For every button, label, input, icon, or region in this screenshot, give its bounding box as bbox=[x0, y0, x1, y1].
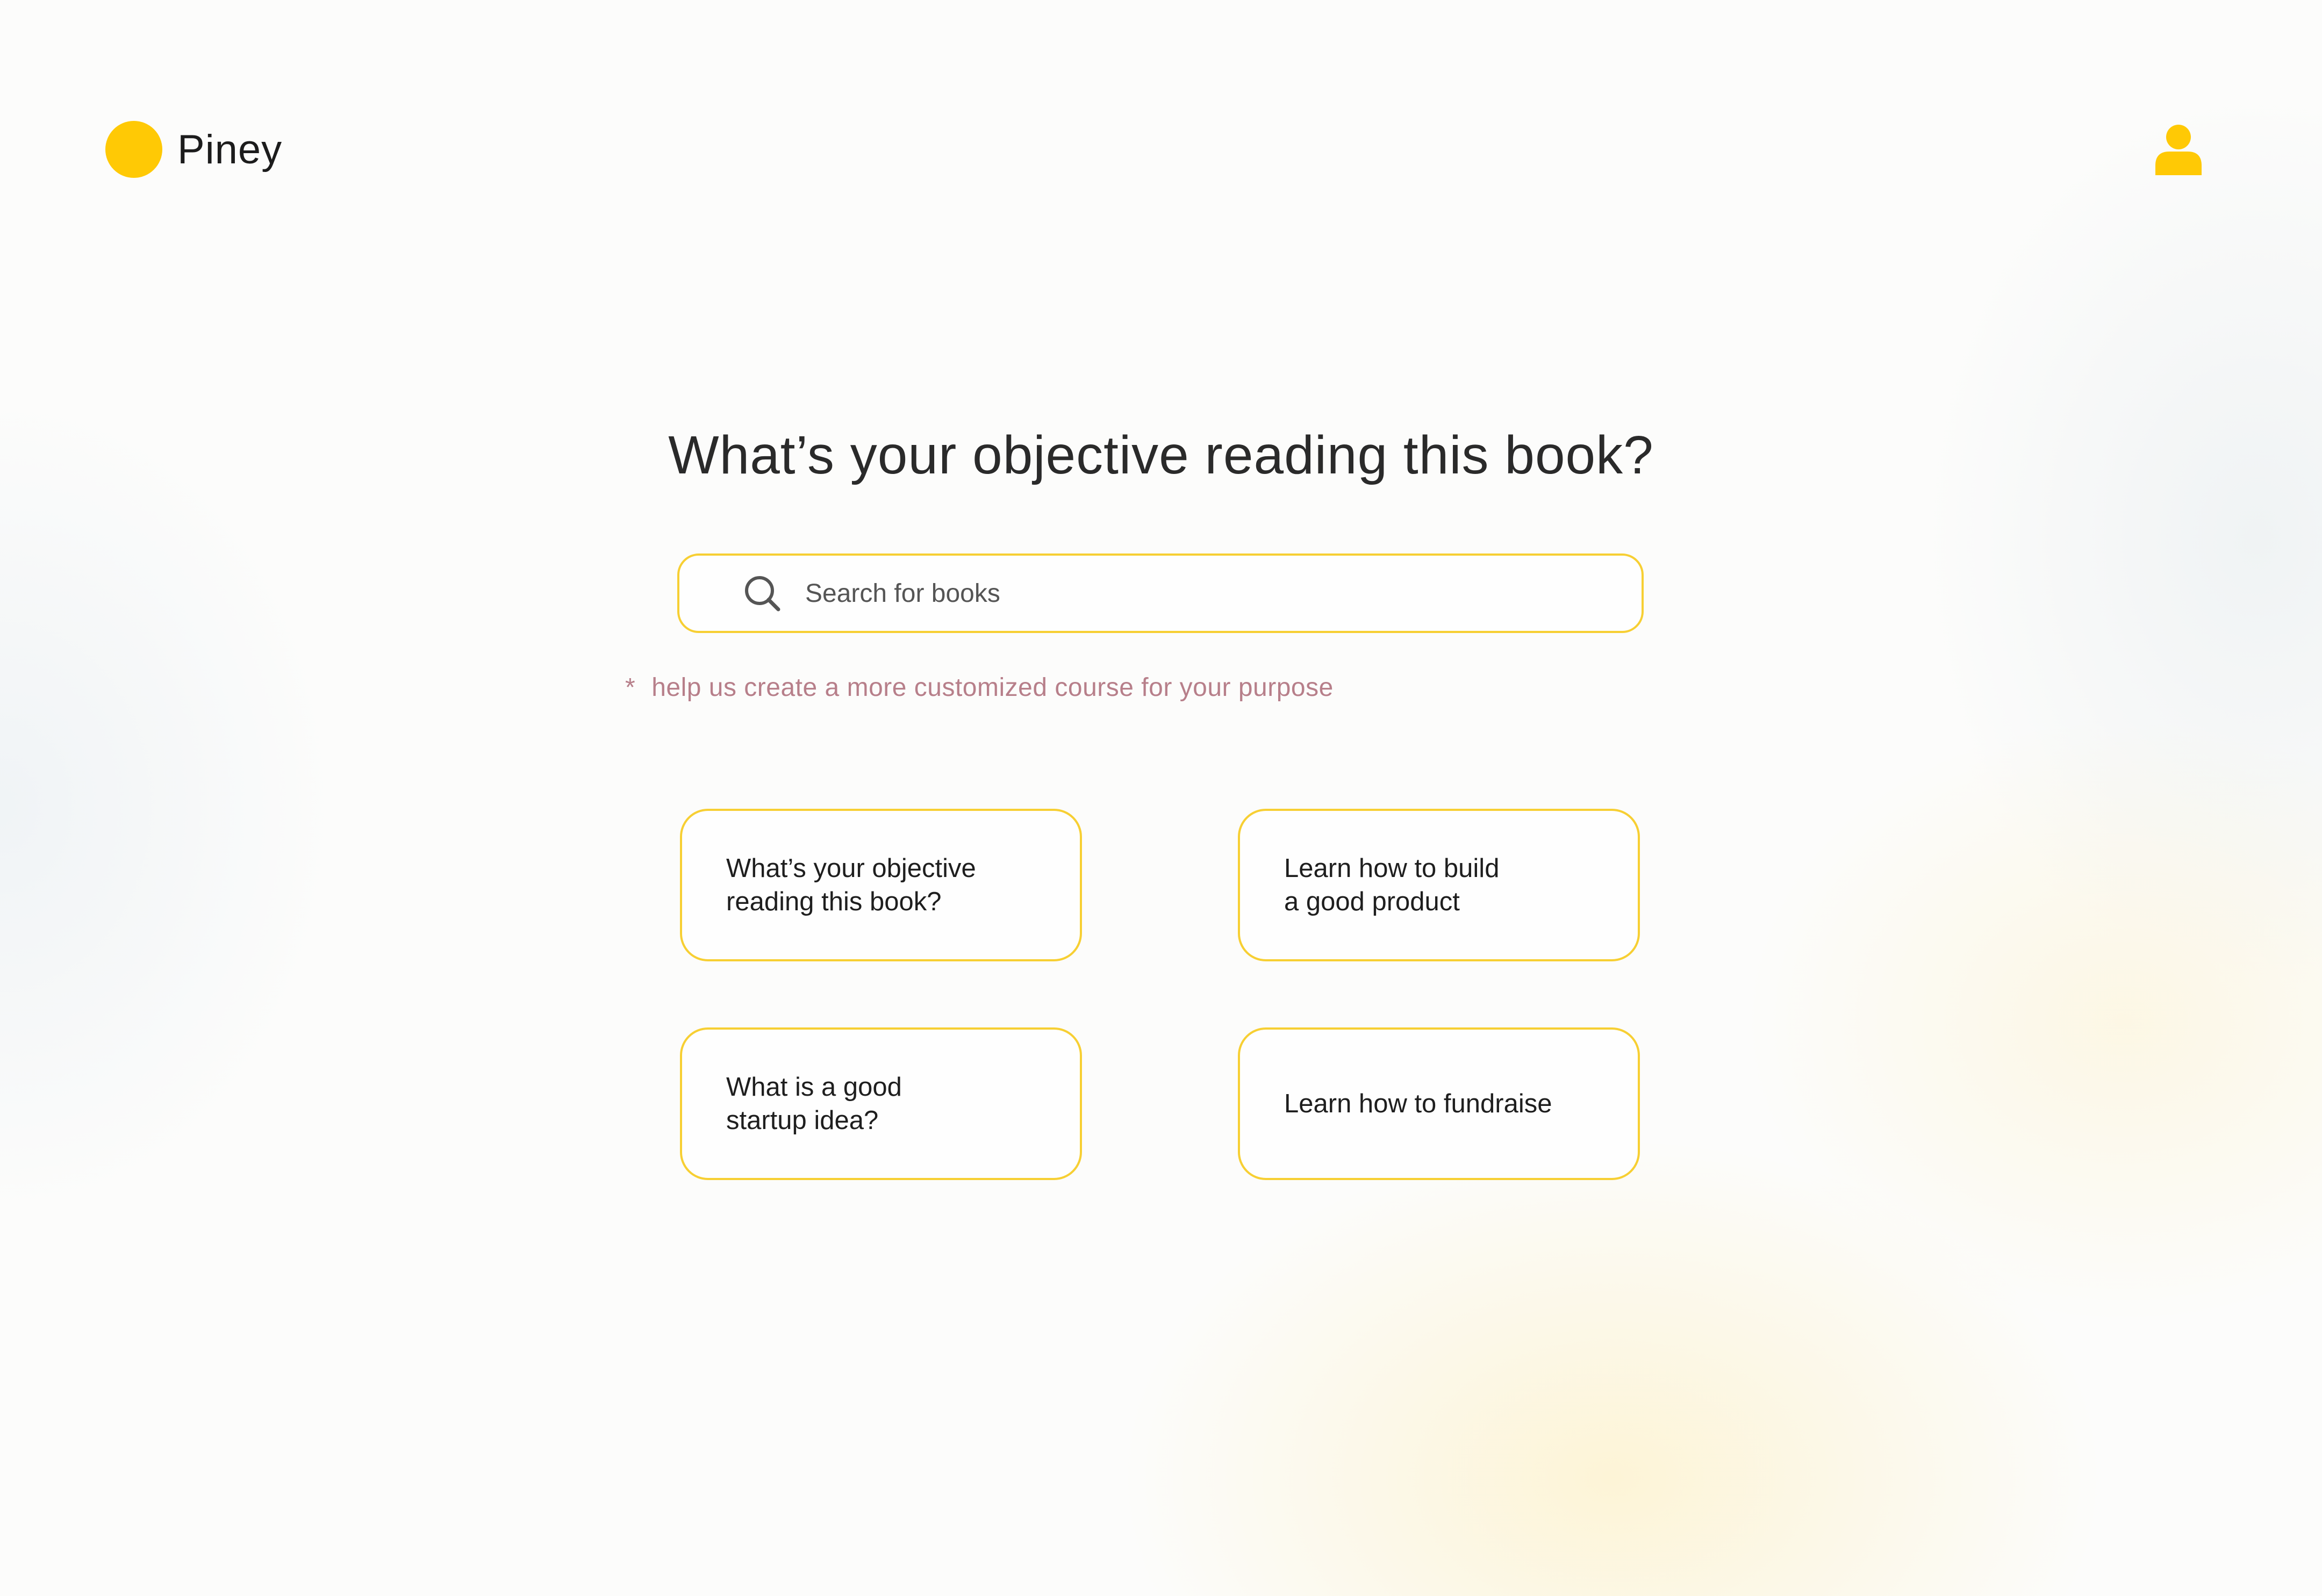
user-icon[interactable] bbox=[2155, 124, 2202, 175]
option-card-objective[interactable]: What’s your objective reading this book? bbox=[680, 809, 1082, 961]
option-label: Learn how to build a good product bbox=[1284, 854, 1500, 916]
hint-text-container: * help us create a more customized course… bbox=[625, 673, 1334, 702]
page-title: What’s your objective reading this book? bbox=[668, 425, 1654, 485]
option-card-startup-idea[interactable]: What is a good startup idea? bbox=[680, 1027, 1082, 1180]
search-input[interactable] bbox=[804, 578, 1559, 609]
page-background bbox=[0, 0, 2322, 1596]
option-label: Learn how to fundraise bbox=[1284, 1089, 1552, 1118]
brand-name: Piney bbox=[177, 126, 283, 172]
option-label: What is a good startup idea? bbox=[726, 1073, 902, 1135]
hint-asterisk: * bbox=[625, 673, 636, 702]
option-card-build-product[interactable]: Learn how to build a good product bbox=[1238, 809, 1640, 961]
search-icon bbox=[743, 574, 782, 613]
option-label: What’s your objective reading this book? bbox=[726, 854, 976, 916]
brand-logo[interactable]: Piney bbox=[105, 121, 282, 178]
logo-dot-icon bbox=[105, 121, 162, 178]
option-card-fundraise[interactable]: Learn how to fundraise bbox=[1238, 1027, 1640, 1180]
search-bar[interactable] bbox=[677, 553, 1644, 633]
hint-text: help us create a more customized course … bbox=[651, 673, 1334, 702]
